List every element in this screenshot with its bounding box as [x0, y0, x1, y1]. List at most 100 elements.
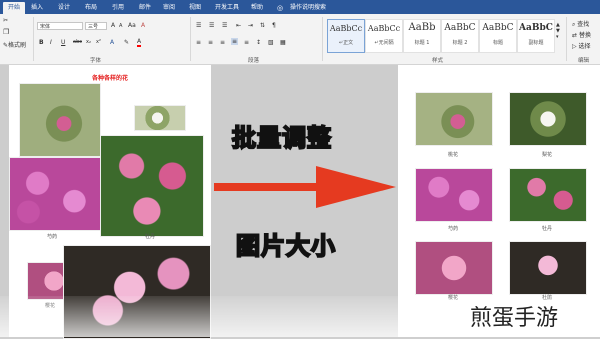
- caption-peony: 芍药: [46, 234, 57, 240]
- tree-peony-photo[interactable]: [100, 135, 204, 237]
- page-heading: 各种各样的花: [91, 75, 128, 82]
- align-left-icon[interactable]: ≡: [196, 39, 201, 46]
- bold-button[interactable]: B: [39, 39, 44, 46]
- highlight-icon[interactable]: ✎: [124, 39, 129, 46]
- find-button[interactable]: ⌕ 查找: [572, 19, 589, 29]
- font-size-select[interactable]: 三号: [85, 22, 107, 30]
- style-name: 副标题: [528, 40, 544, 46]
- caption-2: 梨花: [541, 152, 552, 158]
- text-effects-icon[interactable]: A: [110, 39, 114, 46]
- style-name: 标题: [492, 40, 503, 46]
- style-sample: AaBbCc: [329, 24, 363, 33]
- grow-font-button[interactable]: A: [111, 22, 115, 29]
- peony-photo[interactable]: [9, 157, 103, 231]
- editing-group-label: 编辑: [578, 58, 590, 64]
- azalea-thumb[interactable]: [509, 241, 587, 295]
- style-heading-1[interactable]: AaBb 标题 1: [403, 19, 441, 53]
- style-sample: AaBbC: [482, 23, 514, 33]
- styles-group-label: 样式: [432, 58, 444, 64]
- ribbon: ✂ ❐ ✎格式刷 宋体 三号 A A Aa A B I U abc x₂ x² …: [0, 14, 600, 65]
- clear-format-button[interactable]: A: [141, 22, 145, 29]
- line-spacing-icon[interactable]: ↕: [256, 39, 261, 46]
- strikethrough-button[interactable]: abc: [73, 39, 82, 45]
- caption-1: 桃花: [447, 152, 458, 158]
- replace-icon: ⇄: [572, 32, 578, 39]
- tab-design[interactable]: 设计: [55, 2, 73, 14]
- change-case-button[interactable]: Aa: [128, 22, 136, 29]
- font-family-select[interactable]: 宋体: [37, 22, 83, 30]
- underline-button[interactable]: U: [61, 39, 65, 46]
- tab-mailings[interactable]: 邮件: [136, 2, 154, 14]
- tab-developer[interactable]: 开发工具: [212, 2, 242, 14]
- tree-peony-thumb[interactable]: [509, 168, 587, 222]
- style-name: 标题 1: [414, 40, 430, 46]
- lightbulb-icon: ◎: [276, 4, 284, 12]
- style-title[interactable]: AaBbC 标题: [479, 19, 517, 53]
- distributed-icon[interactable]: ≡: [244, 39, 249, 46]
- style-sample: AaBbCc: [367, 24, 401, 33]
- select-button[interactable]: ▷ 选择: [572, 41, 591, 50]
- style-no-spacing[interactable]: AaBbCc ↵无间隔: [365, 19, 403, 53]
- search-icon: ⌕: [572, 21, 576, 28]
- divider: [33, 17, 34, 61]
- bullets-icon[interactable]: ☰: [196, 22, 201, 29]
- style-heading-2[interactable]: AaBbC 标题 2: [441, 19, 479, 53]
- show-marks-icon[interactable]: ¶: [272, 22, 276, 29]
- decrease-indent-icon[interactable]: ⇤: [236, 22, 241, 29]
- tab-home[interactable]: 开始: [3, 2, 25, 14]
- cherry-blossom-thumb[interactable]: [415, 241, 493, 295]
- pear-blossom-photo[interactable]: [134, 105, 186, 131]
- format-painter-button[interactable]: ✎格式刷: [3, 40, 26, 49]
- justify-icon[interactable]: ≡: [231, 38, 239, 45]
- divider: [566, 17, 567, 61]
- style-name: ↵正文: [338, 40, 354, 46]
- tab-references[interactable]: 引用: [109, 2, 127, 14]
- subscript-button[interactable]: x₂: [86, 39, 91, 45]
- tab-view[interactable]: 视图: [186, 2, 204, 14]
- increase-indent-icon[interactable]: ⇥: [248, 22, 253, 29]
- align-center-icon[interactable]: ≡: [208, 39, 213, 46]
- ribbon-tab-bar: 开始 插入 设计 布局 引用 邮件 审阅 视图 开发工具 帮助 ◎ 操作说明搜索: [0, 0, 600, 14]
- style-name: ↵无间隔: [374, 40, 394, 46]
- tab-layout[interactable]: 布局: [82, 2, 100, 14]
- style-sample: AaBbC: [519, 23, 553, 33]
- peach-blossom-thumb[interactable]: [415, 92, 493, 146]
- shading-icon[interactable]: ▧: [268, 39, 274, 46]
- superscript-button[interactable]: x²: [96, 39, 101, 45]
- borders-icon[interactable]: ▦: [280, 39, 286, 46]
- numbering-icon[interactable]: ☰: [209, 22, 214, 29]
- shrink-font-button[interactable]: A: [119, 23, 122, 29]
- style-name: 标题 2: [452, 40, 468, 46]
- peony-thumb[interactable]: [415, 168, 493, 222]
- style-subtitle[interactable]: AaBbC 副标题: [517, 19, 555, 53]
- format-painter-label: 格式刷: [8, 42, 27, 49]
- tell-me-search[interactable]: 操作说明搜索: [290, 2, 336, 14]
- style-sample: AaBb: [408, 22, 436, 33]
- right-arrow-icon: [214, 166, 396, 208]
- paragraph-group-label: 段落: [248, 58, 260, 64]
- cut-button[interactable]: ✂: [3, 17, 8, 24]
- style-normal[interactable]: AaBbCc ↵正文: [327, 19, 365, 53]
- arrow-shaft: [214, 183, 322, 191]
- cursor-icon: ▷: [572, 43, 577, 50]
- font-color-button[interactable]: A: [137, 38, 142, 47]
- caption-tree-peony: 牡丹: [144, 234, 155, 240]
- copy-icon[interactable]: ❐: [3, 28, 9, 36]
- arrow-head: [316, 166, 396, 208]
- align-right-icon[interactable]: ≡: [220, 39, 225, 46]
- pear-blossom-thumb[interactable]: [509, 92, 587, 146]
- caption-3: 芍药: [447, 226, 458, 232]
- overlay-title-line2: 图片大小: [235, 231, 336, 261]
- styles-scroll-icon[interactable]: ▲ ▼ ▾: [556, 22, 560, 40]
- tab-review[interactable]: 审阅: [160, 2, 178, 14]
- replace-label: 替换: [578, 32, 591, 39]
- peach-blossom-photo[interactable]: [19, 83, 101, 157]
- tab-insert[interactable]: 插入: [28, 2, 46, 14]
- tab-help[interactable]: 帮助: [248, 2, 266, 14]
- font-group-label: 字体: [90, 58, 102, 64]
- watermark-logo: 煎蛋手游: [470, 306, 559, 331]
- italic-button[interactable]: I: [50, 39, 52, 46]
- replace-button[interactable]: ⇄ 替换: [572, 30, 591, 39]
- sort-icon[interactable]: ⇅: [260, 22, 265, 29]
- multilevel-list-icon[interactable]: ☰: [222, 22, 227, 29]
